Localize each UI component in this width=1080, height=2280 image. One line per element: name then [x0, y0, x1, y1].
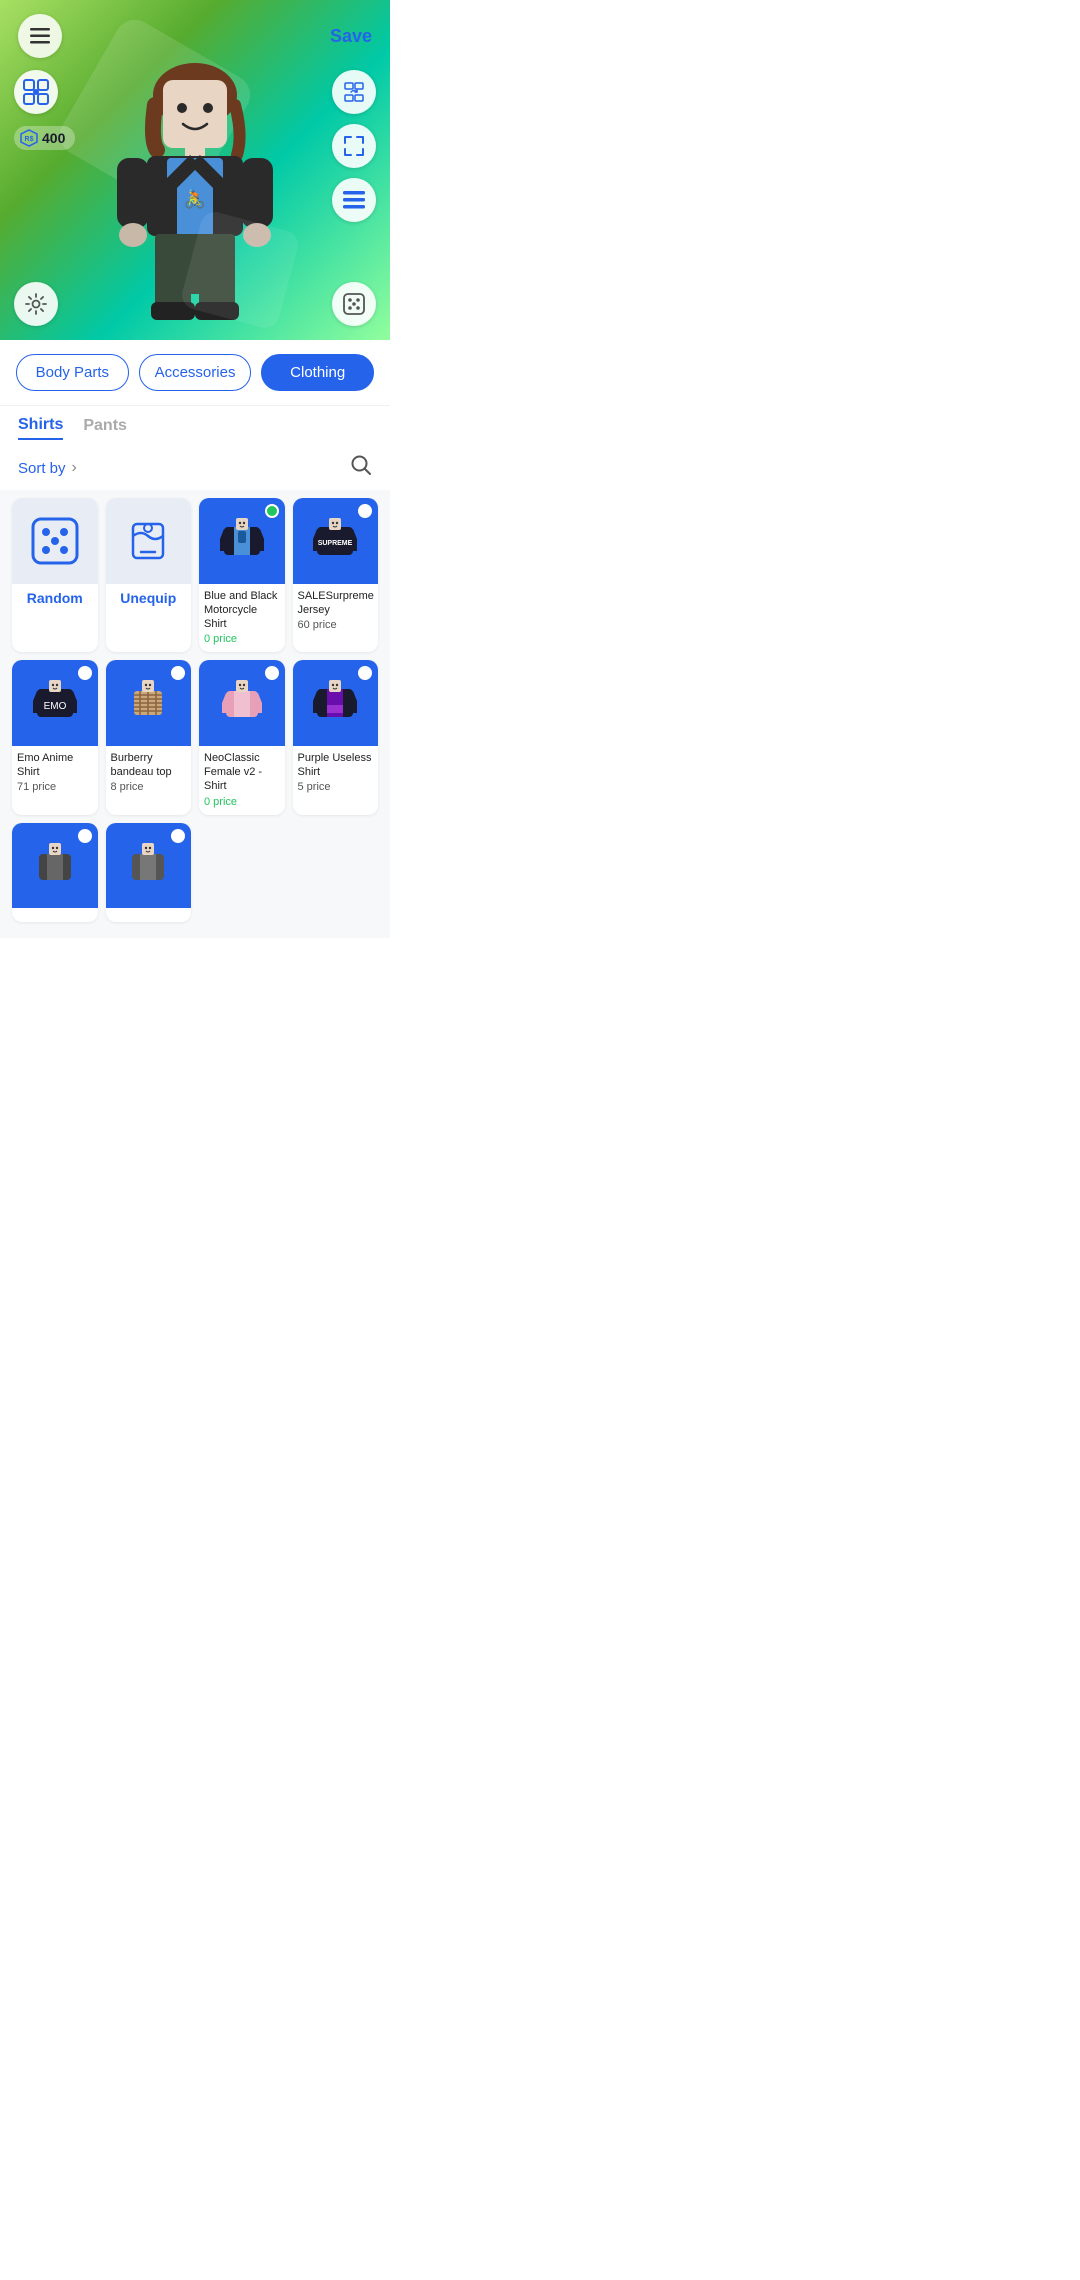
sort-by-label: Sort by: [18, 460, 66, 477]
list-item-8[interactable]: [106, 823, 192, 923]
svg-text:EMO: EMO: [43, 701, 66, 712]
list-item-random[interactable]: Random: [12, 498, 98, 652]
settings-button-container: [14, 282, 58, 326]
robux-display: R$ 400: [14, 126, 75, 150]
status-indicator: [358, 504, 372, 518]
sub-tab-shirts[interactable]: Shirts: [18, 416, 63, 440]
list-view-button[interactable]: [332, 178, 376, 222]
status-indicator: [78, 829, 92, 843]
items-grid: Random Unequip: [0, 490, 390, 938]
avatar-figure: 🚴: [95, 50, 295, 330]
svg-text:🚴: 🚴: [184, 188, 206, 209]
random-label: Random: [12, 584, 98, 616]
status-indicator: [265, 504, 279, 518]
list-item-6[interactable]: Purple Useless Shirt 5 price: [293, 660, 379, 814]
category-tab-body-parts[interactable]: Body Parts: [16, 354, 129, 391]
list-item-5[interactable]: NeoClassic Female v2 - Shirt 0 price: [199, 660, 285, 814]
search-button[interactable]: [350, 454, 372, 482]
list-item-1[interactable]: Blue and Black Motorcycle Shirt 0 price: [199, 498, 285, 652]
unequip-label: Unequip: [106, 584, 192, 616]
sub-tabs: Shirts Pants: [0, 406, 390, 446]
avatar-section: Save R$ 400: [0, 0, 390, 340]
expand-button[interactable]: [332, 124, 376, 168]
list-item-unequip[interactable]: Unequip: [106, 498, 192, 652]
item-name: SALESurpreme Jersey: [298, 589, 374, 618]
top-bar: Save: [0, 0, 390, 72]
item-price: 5 price: [298, 781, 374, 793]
item-name: Burberry bandeau top: [111, 751, 187, 780]
chevron-right-icon: ›: [72, 459, 77, 477]
character-selector-button[interactable]: [14, 70, 58, 114]
svg-text:R$: R$: [25, 136, 34, 143]
sort-by-button[interactable]: Sort by ›: [18, 459, 77, 477]
item-name: Purple Useless Shirt: [298, 751, 374, 780]
sort-bar: Sort by ›: [0, 446, 390, 490]
status-indicator: [78, 666, 92, 680]
item-price: 0 price: [204, 796, 280, 808]
menu-button[interactable]: [18, 14, 62, 58]
category-tabs: Body Parts Accessories Clothing: [0, 340, 390, 406]
category-tab-clothing[interactable]: Clothing: [261, 354, 374, 391]
list-item-2[interactable]: SUPREME SALESurpreme Jersey 60 price: [293, 498, 379, 652]
item-price: 0 price: [204, 633, 280, 645]
svg-text:SUPREME: SUPREME: [318, 540, 353, 547]
right-controls: [332, 70, 376, 222]
item-price: 71 price: [17, 781, 93, 793]
save-button[interactable]: Save: [330, 26, 372, 47]
image-rotate-button[interactable]: [332, 70, 376, 114]
item-name: Emo Anime Shirt: [17, 751, 93, 780]
status-indicator: [171, 829, 185, 843]
list-item-3[interactable]: EMO Emo Anime Shirt 71 price: [12, 660, 98, 814]
status-indicator: [265, 666, 279, 680]
sub-tab-pants[interactable]: Pants: [83, 416, 127, 440]
list-item-4[interactable]: Burberry bandeau top 8 price: [106, 660, 192, 814]
item-name: Blue and Black Motorcycle Shirt: [204, 589, 280, 632]
randomize-button-container: [332, 282, 376, 326]
item-price: 60 price: [298, 619, 374, 631]
category-tab-accessories[interactable]: Accessories: [139, 354, 252, 391]
list-item-7[interactable]: [12, 823, 98, 923]
item-price: 8 price: [111, 781, 187, 793]
item-name: NeoClassic Female v2 - Shirt: [204, 751, 280, 794]
left-controls: R$ 400: [14, 70, 75, 150]
randomize-button[interactable]: [332, 282, 376, 326]
settings-button[interactable]: [14, 282, 58, 326]
robux-amount: 400: [42, 130, 65, 146]
